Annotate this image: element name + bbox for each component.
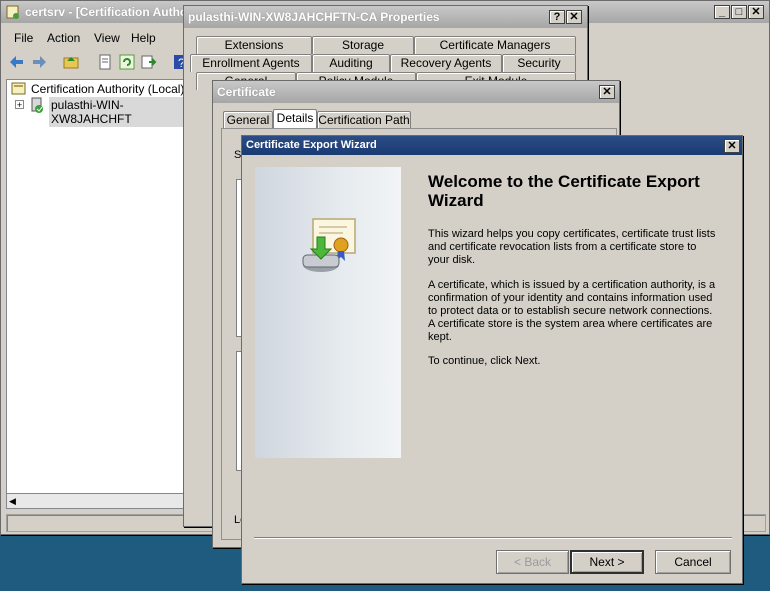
refresh-icon[interactable]: [119, 54, 135, 70]
tree-child-label[interactable]: pulasthi-WIN-XW8JAHCHFT: [49, 97, 187, 127]
tab-security[interactable]: Security: [502, 54, 576, 72]
certsrv-app-icon: [5, 4, 21, 20]
properties-icon[interactable]: [97, 54, 113, 70]
tree-expand-icon[interactable]: +: [15, 100, 24, 110]
next-button[interactable]: Next >: [570, 550, 644, 574]
properties-titlebar[interactable]: pulasthi-WIN-XW8JAHCHFTN-CA Properties: [184, 6, 587, 28]
wizard-continue-text: To continue, click Next.: [428, 355, 541, 367]
properties-help-button[interactable]: ?: [549, 10, 565, 24]
scroll-left-icon[interactable]: ◀: [9, 496, 16, 507]
tab-storage[interactable]: Storage: [312, 36, 414, 54]
tab-auditing[interactable]: Auditing: [312, 54, 390, 72]
back-arrow-icon[interactable]: [9, 54, 25, 70]
tree-panel: Certification Authority (Local) + pulast…: [6, 79, 188, 509]
properties-title: pulasthi-WIN-XW8JAHCHFTN-CA Properties: [188, 10, 440, 24]
certificate-titlebar[interactable]: Certificate: [213, 81, 619, 103]
tab-enrollment-agents[interactable]: Enrollment Agents: [190, 54, 312, 72]
wizard-title: Certificate Export Wizard: [246, 139, 377, 151]
menu-view[interactable]: View: [94, 31, 120, 45]
cert-tab-certification-path[interactable]: Certification Path: [317, 111, 411, 129]
certificate-export-icon: [299, 215, 363, 279]
menu-bar: File Action View Help: [1, 29, 191, 47]
maximize-button[interactable]: □: [731, 5, 747, 19]
tab-extensions[interactable]: Extensions: [196, 36, 312, 54]
tab-certificate-managers[interactable]: Certificate Managers: [414, 36, 576, 54]
tree-horizontal-scrollbar[interactable]: ◀: [6, 493, 188, 509]
tree-root-label[interactable]: Certification Authority (Local): [31, 82, 184, 96]
close-button[interactable]: ✕: [748, 5, 764, 19]
cancel-button[interactable]: Cancel: [655, 550, 731, 574]
tab-recovery-agents[interactable]: Recovery Agents: [390, 54, 502, 72]
wizard-button-separator: [254, 537, 732, 539]
cert-tab-general[interactable]: General: [223, 111, 273, 129]
menu-file[interactable]: File: [14, 31, 33, 45]
minimize-button[interactable]: _: [714, 5, 730, 19]
certificate-close-button[interactable]: ✕: [599, 85, 615, 99]
wizard-side-image: [255, 167, 401, 458]
wizard-heading: Welcome to the Certificate Export Wizard: [428, 172, 700, 210]
export-list-icon[interactable]: [141, 54, 157, 70]
up-folder-icon[interactable]: [63, 54, 79, 70]
menu-help[interactable]: Help: [131, 31, 156, 45]
wizard-titlebar[interactable]: Certificate Export Wizard: [242, 136, 742, 155]
ca-server-icon: [29, 97, 45, 113]
certsrv-title: certsrv - [Certification Autho: [25, 5, 188, 19]
certificate-title: Certificate: [217, 85, 276, 99]
back-button[interactable]: < Back: [496, 550, 569, 574]
forward-arrow-icon[interactable]: [31, 54, 47, 70]
wizard-intro-text: This wizard helps you copy certificates,…: [428, 228, 716, 266]
cert-tab-details[interactable]: Details: [273, 109, 317, 129]
wizard-description-text: A certificate, which is issued by a cert…: [428, 279, 716, 343]
menu-action[interactable]: Action: [47, 31, 80, 45]
wizard-close-button[interactable]: ✕: [724, 139, 740, 153]
toolbar: ?: [5, 51, 189, 73]
certification-authority-icon: [11, 81, 27, 97]
properties-close-button[interactable]: ✕: [566, 10, 582, 24]
